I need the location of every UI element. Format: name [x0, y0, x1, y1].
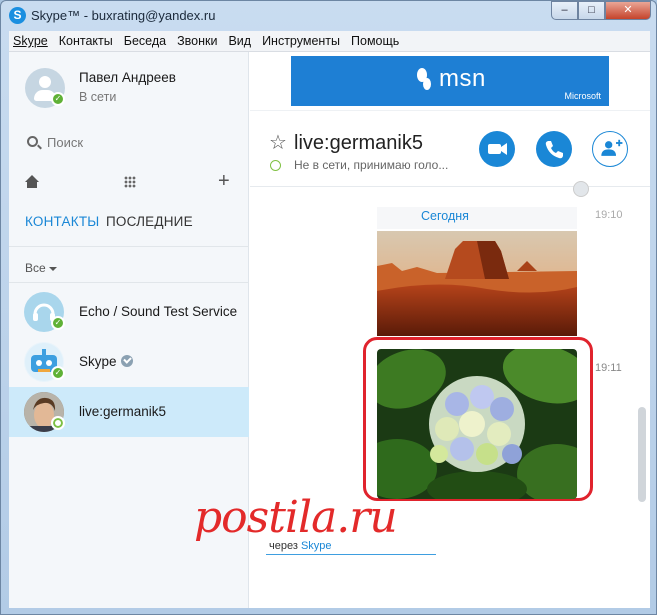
search-input[interactable] [47, 132, 227, 152]
menu-skype[interactable]: Skype [13, 34, 48, 48]
menu-help[interactable]: Помощь [351, 34, 399, 48]
menu-view[interactable]: Вид [228, 34, 251, 48]
window-controls: – □ ✕ [551, 1, 651, 20]
add-icon[interactable]: + [218, 170, 230, 193]
tab-recent[interactable]: ПОСЛЕДНИЕ [106, 214, 193, 229]
msn-ad-banner[interactable]: msn Microsoft [291, 56, 609, 106]
contact-name: live:germanik5 [79, 404, 167, 419]
minimize-button[interactable]: – [551, 1, 578, 20]
chevron-down-icon [48, 266, 57, 271]
butterfly-icon [417, 68, 431, 90]
add-person-icon [600, 139, 622, 156]
video-camera-icon [488, 143, 507, 155]
online-status-icon: ✓ [51, 316, 65, 330]
audio-call-button[interactable] [536, 131, 572, 167]
chat-scrollbar[interactable] [638, 187, 646, 547]
ad-sponsor: Microsoft [564, 91, 601, 101]
skype-logo-icon: S [9, 7, 26, 24]
menu-bar: Skype Контакты Беседа Звонки Вид Инструм… [9, 31, 650, 52]
chat-title[interactable]: live:germanik5 [294, 132, 423, 155]
dialpad-icon[interactable] [124, 176, 136, 188]
tab-contacts[interactable]: КОНТАКТЫ [25, 214, 99, 229]
title-bar[interactable]: S Skype™ - buxrating@yandex.ru – □ ✕ [1, 1, 656, 31]
message-timestamp: 19:10 [595, 209, 623, 221]
date-separator [377, 207, 577, 229]
profile-status[interactable]: В сети [79, 90, 116, 104]
divider [9, 282, 249, 283]
menu-calls[interactable]: Звонки [177, 34, 217, 48]
offline-status-icon [270, 160, 281, 171]
add-people-button[interactable] [592, 131, 628, 167]
contact-item-germanik5[interactable]: live:germanik5 [9, 387, 249, 437]
close-button[interactable]: ✕ [605, 1, 651, 20]
profile-online-icon: ✓ [51, 92, 65, 106]
scroll-thumb[interactable] [638, 407, 646, 502]
message-timestamp: 19:11 [595, 362, 622, 374]
menu-contacts[interactable]: Контакты [59, 34, 113, 48]
contact-item-echo[interactable]: ✓ Echo / Sound Test Service [9, 287, 249, 337]
divider [250, 110, 650, 111]
date-label: Сегодня [421, 209, 469, 223]
watermark: postila.ru [194, 492, 398, 543]
star-icon[interactable]: ☆ [269, 130, 287, 155]
filter-label: Все [25, 261, 46, 275]
divider [9, 246, 249, 247]
profile-name[interactable]: Павел Андреев [79, 70, 176, 85]
maximize-button[interactable]: □ [578, 1, 605, 20]
menu-tools[interactable]: Инструменты [262, 34, 340, 48]
message-input-underline[interactable] [266, 554, 436, 555]
phone-icon [545, 141, 563, 159]
video-call-button[interactable] [479, 131, 515, 167]
contact-name: Echo / Sound Test Service [79, 304, 238, 319]
menu-conversation[interactable]: Беседа [124, 34, 166, 48]
verified-icon [120, 355, 133, 367]
window-title: Skype™ - buxrating@yandex.ru [31, 8, 216, 23]
ad-brand: msn [439, 65, 486, 92]
online-status-icon: ✓ [51, 366, 65, 380]
home-icon[interactable] [25, 175, 39, 189]
image-message-hydrangea[interactable] [377, 349, 577, 499]
contact-name-text: Skype [79, 354, 117, 369]
image-message-desert[interactable] [377, 231, 577, 336]
chat-status[interactable]: Не в сети, принимаю голо... [294, 158, 448, 172]
filter-dropdown[interactable]: Все [25, 261, 57, 275]
search-icon [27, 136, 38, 147]
skype-window: S Skype™ - buxrating@yandex.ru – □ ✕ Sky… [0, 0, 657, 615]
contact-name: Skype [79, 354, 133, 369]
contact-item-skype[interactable]: ✓ Skype [9, 337, 249, 387]
offline-status-icon [51, 416, 65, 430]
